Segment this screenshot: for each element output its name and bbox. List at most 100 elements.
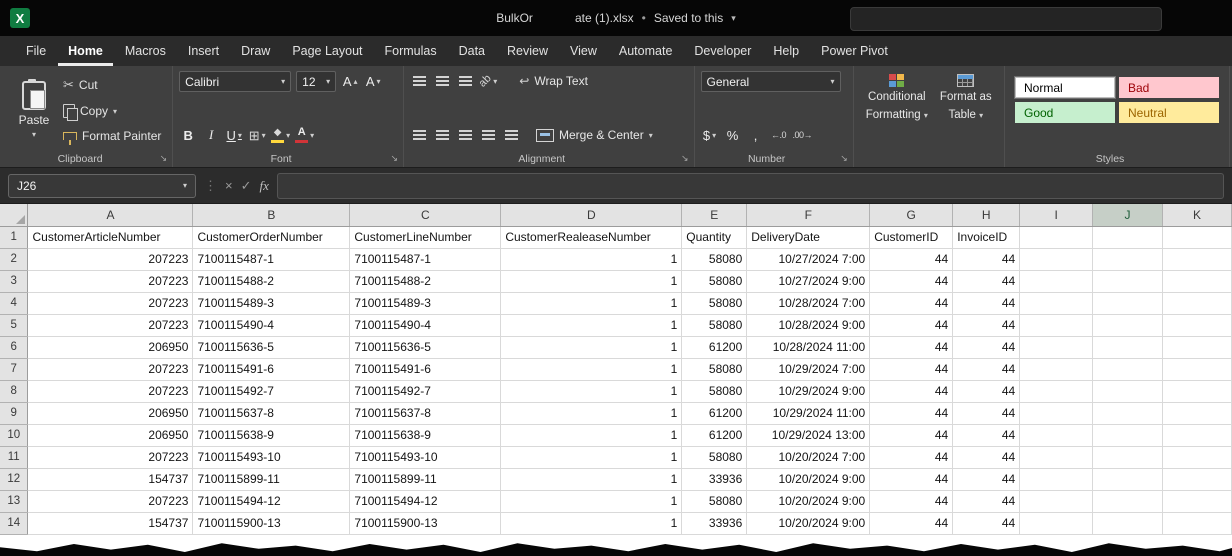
cell-I8[interactable] — [1020, 380, 1093, 402]
cell-B9[interactable]: 7100115637-8 — [193, 402, 350, 424]
cell-B1[interactable]: CustomerOrderNumber — [193, 226, 350, 248]
cell-G14[interactable]: 44 — [870, 512, 953, 534]
cell-K3[interactable] — [1163, 270, 1232, 292]
cell-E3[interactable]: 58080 — [682, 270, 747, 292]
cell-B13[interactable]: 7100115494-12 — [193, 490, 350, 512]
copy-button[interactable]: Copy ▾ — [60, 102, 164, 120]
cell-F5[interactable]: 10/28/2024 9:00 — [747, 314, 870, 336]
cell-G8[interactable]: 44 — [870, 380, 953, 402]
cell-E12[interactable]: 33936 — [682, 468, 747, 490]
borders-button[interactable]: ⊞▾ — [248, 125, 266, 145]
column-header-C[interactable]: C — [350, 204, 501, 226]
align-bottom-button[interactable] — [456, 71, 474, 91]
row-header-10[interactable]: 10 — [0, 424, 28, 446]
increase-decimal-button[interactable]: ←.0 — [770, 125, 788, 145]
cell-J2[interactable] — [1093, 248, 1163, 270]
align-top-button[interactable] — [410, 71, 428, 91]
column-header-B[interactable]: B — [193, 204, 350, 226]
column-header-J[interactable]: J — [1093, 204, 1163, 226]
cell-H9[interactable]: 44 — [953, 402, 1020, 424]
menu-tab-insert[interactable]: Insert — [178, 36, 229, 66]
cell-K7[interactable] — [1163, 358, 1232, 380]
cell-C7[interactable]: 7100115491-6 — [350, 358, 501, 380]
cell-F13[interactable]: 10/20/2024 9:00 — [747, 490, 870, 512]
cell-I3[interactable] — [1020, 270, 1093, 292]
row-header-13[interactable]: 13 — [0, 490, 28, 512]
menu-tab-formulas[interactable]: Formulas — [375, 36, 447, 66]
cell-C12[interactable]: 7100115899-11 — [350, 468, 501, 490]
cell-F6[interactable]: 10/28/2024 11:00 — [747, 336, 870, 358]
column-header-K[interactable]: K — [1163, 204, 1232, 226]
menu-tab-home[interactable]: Home — [58, 36, 113, 66]
cell-J6[interactable] — [1093, 336, 1163, 358]
cell-F8[interactable]: 10/29/2024 9:00 — [747, 380, 870, 402]
accounting-format-button[interactable]: $▾ — [701, 125, 719, 145]
italic-button[interactable]: I — [202, 125, 220, 145]
cell-K11[interactable] — [1163, 446, 1232, 468]
cell-K10[interactable] — [1163, 424, 1232, 446]
cell-K12[interactable] — [1163, 468, 1232, 490]
cell-G3[interactable]: 44 — [870, 270, 953, 292]
cell-F1[interactable]: DeliveryDate — [747, 226, 870, 248]
font-dialog-launcher-icon[interactable]: ↘ — [390, 153, 398, 164]
cell-D1[interactable]: CustomerRealeaseNumber — [501, 226, 682, 248]
cell-B8[interactable]: 7100115492-7 — [193, 380, 350, 402]
cell-I5[interactable] — [1020, 314, 1093, 336]
decrease-font-size-button[interactable]: A▾ — [364, 72, 382, 92]
cell-E4[interactable]: 58080 — [682, 292, 747, 314]
style-chip-neutral[interactable]: Neutral — [1119, 102, 1219, 123]
number-format-select[interactable]: General ▾ — [701, 71, 841, 92]
cell-A13[interactable]: 207223 — [28, 490, 193, 512]
style-chip-normal[interactable]: Normal — [1015, 77, 1115, 98]
decrease-indent-button[interactable] — [479, 125, 497, 145]
cell-B10[interactable]: 7100115638-9 — [193, 424, 350, 446]
cell-C14[interactable]: 7100115900-13 — [350, 512, 501, 534]
align-left-button[interactable] — [410, 125, 428, 145]
cell-B7[interactable]: 7100115491-6 — [193, 358, 350, 380]
cell-A4[interactable]: 207223 — [28, 292, 193, 314]
cell-G10[interactable]: 44 — [870, 424, 953, 446]
style-chip-good[interactable]: Good — [1015, 102, 1115, 123]
cell-B2[interactable]: 7100115487-1 — [193, 248, 350, 270]
column-header-I[interactable]: I — [1020, 204, 1093, 226]
column-header-F[interactable]: F — [747, 204, 870, 226]
cell-I14[interactable] — [1020, 512, 1093, 534]
paste-button[interactable]: Paste ▾ — [8, 71, 60, 149]
cell-C8[interactable]: 7100115492-7 — [350, 380, 501, 402]
cell-D13[interactable]: 1 — [501, 490, 682, 512]
comma-style-button[interactable]: , — [747, 125, 765, 145]
menu-tab-view[interactable]: View — [560, 36, 607, 66]
cell-A10[interactable]: 206950 — [28, 424, 193, 446]
cell-H1[interactable]: InvoiceID — [953, 226, 1020, 248]
cell-A14[interactable]: 154737 — [28, 512, 193, 534]
column-header-E[interactable]: E — [682, 204, 747, 226]
cell-E2[interactable]: 58080 — [682, 248, 747, 270]
cell-I1[interactable] — [1020, 226, 1093, 248]
row-header-6[interactable]: 6 — [0, 336, 28, 358]
cell-H3[interactable]: 44 — [953, 270, 1020, 292]
cell-J14[interactable] — [1093, 512, 1163, 534]
cell-B11[interactable]: 7100115493-10 — [193, 446, 350, 468]
percent-style-button[interactable]: % — [724, 125, 742, 145]
cell-J5[interactable] — [1093, 314, 1163, 336]
cell-A9[interactable]: 206950 — [28, 402, 193, 424]
search-box[interactable] — [850, 7, 1162, 31]
bold-button[interactable]: B — [179, 125, 197, 145]
cell-G11[interactable]: 44 — [870, 446, 953, 468]
row-header-7[interactable]: 7 — [0, 358, 28, 380]
column-header-G[interactable]: G — [870, 204, 953, 226]
cell-H4[interactable]: 44 — [953, 292, 1020, 314]
format-as-table-button[interactable]: Format as Table ▾ — [934, 71, 998, 149]
cell-J8[interactable] — [1093, 380, 1163, 402]
conditional-formatting-button[interactable]: Conditional Formatting ▾ — [860, 71, 934, 149]
cell-A6[interactable]: 206950 — [28, 336, 193, 358]
cell-H6[interactable]: 44 — [953, 336, 1020, 358]
cancel-icon[interactable]: × — [225, 178, 233, 193]
align-center-button[interactable] — [433, 125, 451, 145]
increase-font-size-button[interactable]: A▴ — [341, 72, 359, 92]
cell-J4[interactable] — [1093, 292, 1163, 314]
cell-C13[interactable]: 7100115494-12 — [350, 490, 501, 512]
enter-check-icon[interactable]: ✓ — [241, 178, 252, 194]
cell-F2[interactable]: 10/27/2024 7:00 — [747, 248, 870, 270]
cell-B4[interactable]: 7100115489-3 — [193, 292, 350, 314]
